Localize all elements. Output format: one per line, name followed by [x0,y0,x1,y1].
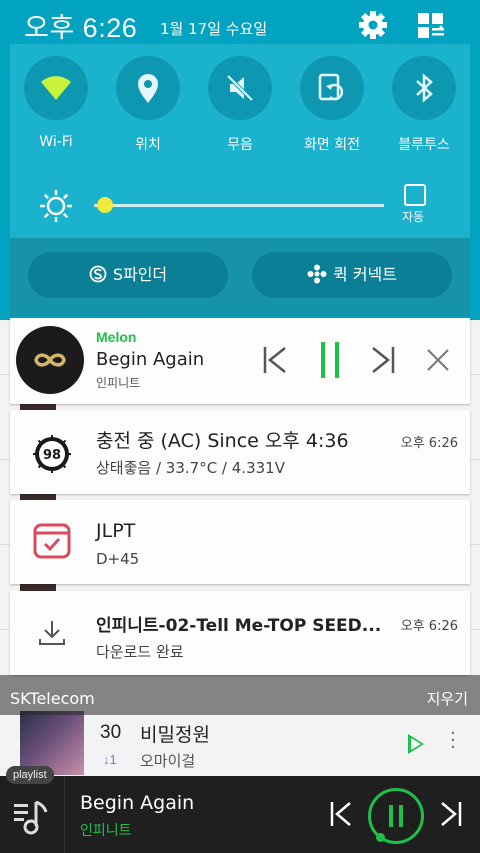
calendar-check-icon [33,523,71,559]
app-name: Melon [96,329,137,345]
notification-time: 오후 6:26 [400,619,458,634]
infinity-logo-icon [34,353,66,367]
toggle-circle [116,56,180,120]
battery-notification[interactable]: 98 충전 중 (AC) Since 오후 4:36 상태좋음 / 33.7°C… [10,410,470,494]
toggle-label: 무음 [227,137,253,153]
mini-player-artist: 인피니트 [80,823,132,839]
song-title: 비밀정원 [140,724,210,746]
mini-player[interactable]: Begin Again 인피니트 [0,776,480,853]
toggle-wifi[interactable]: Wi-Fi [16,56,96,150]
download-status: 다운로드 완료 [96,643,184,661]
s-finder-label: S파인더 [112,265,168,284]
battery-level-text: 98 [43,448,61,463]
playlist-tag[interactable]: playlist [6,766,54,784]
previous-icon[interactable] [262,346,288,374]
reminder-subtitle: D+45 [96,550,140,568]
quick-connect-button[interactable]: 퀵 커넥트 [252,252,452,298]
notification-time: 오후 6:26 [400,436,458,451]
brightness-slider-knob[interactable] [96,197,113,213]
toggle-label: Wi-Fi [39,134,73,150]
toggle-label: 위치 [135,137,161,153]
gear-icon[interactable] [358,10,388,40]
download-icon [39,621,65,645]
playlist-music-icon[interactable] [12,796,52,836]
reminder-title: JLPT [96,520,136,542]
clear-all-button[interactable]: 지우기 [427,688,468,709]
battery-badge-icon: 98 [33,435,71,473]
download-notification[interactable]: 인피니트-02-Tell Me-TOP SEED... 다운로드 완료 오후 6… [10,591,470,675]
quick-settings-panel: Wi-Fi 위치 무음 화면 회전 블루투스 자동 [10,44,470,238]
chart-rank: 30 [100,722,122,743]
pause-icon [389,805,403,827]
track-title: Begin Again [96,349,205,370]
toggle-circle [392,56,456,120]
quick-connect-icon [307,264,327,284]
toggle-circle [208,56,272,120]
next-icon[interactable] [440,802,462,826]
rank-change: ↓1 [103,752,117,767]
more-vert-icon[interactable]: · · · [450,725,456,757]
battery-title: 충전 중 (AC) Since 오후 4:36 [96,430,349,452]
track-artist: 인피니트 [96,376,141,390]
auto-brightness-label: 자동 [402,210,425,224]
carrier-label: SKTelecom [10,689,95,708]
auto-brightness-checkbox[interactable] [404,184,426,206]
battery-details: 상태좋음 / 33.7°C / 4.331V [96,459,285,477]
chart-row[interactable]: 30 ↓1 비밀정원 오마이걸 · · · [0,706,480,776]
play-icon[interactable] [408,734,424,754]
previous-icon[interactable] [330,802,352,826]
pause-button[interactable] [368,788,424,844]
s-finder-icon [89,265,107,283]
bluetooth-icon [416,73,433,103]
quick-connect-label: 퀵 커넥트 [333,265,397,284]
edit-grid-icon[interactable] [417,12,445,40]
notification-shade-header: 오후 6:26 1월 17일 수요일 Wi-Fi 위치 무음 화면 회전 블루투… [0,0,480,320]
pause-icon[interactable] [321,342,339,378]
toggle-mute[interactable]: 무음 [200,56,280,154]
toggle-circle [300,56,364,120]
location-icon [138,74,158,103]
toggle-label: 화면 회전 [304,137,360,153]
download-title: 인피니트-02-Tell Me-TOP SEED... [96,616,382,636]
brightness-icon [40,190,72,222]
quick-actions: S파인더 퀵 커넥트 [10,238,470,316]
progress-dot [376,833,385,842]
toggle-rotate[interactable]: 화면 회전 [292,56,372,154]
next-icon[interactable] [370,346,396,374]
close-icon[interactable] [426,348,450,372]
toggle-location[interactable]: 위치 [108,56,188,154]
clock: 오후 6:26 [24,13,138,43]
brightness-slider[interactable] [94,204,384,207]
rotate-icon [318,73,344,101]
toggle-circle [24,56,88,120]
toggle-bluetooth[interactable]: 블루투스 [384,56,464,154]
date: 1월 17일 수요일 [160,20,268,38]
music-notification[interactable]: Melon Begin Again 인피니트 [10,318,470,404]
reminder-notification[interactable]: JLPT D+45 [10,500,470,584]
mute-icon [226,74,254,102]
divider [64,776,65,853]
wifi-icon [41,76,71,100]
s-finder-button[interactable]: S파인더 [28,252,228,298]
mini-player-title: Begin Again [80,792,195,814]
album-art [16,326,84,394]
song-artist: 오마이걸 [140,752,196,770]
toggle-label: 블루투스 [398,137,450,153]
